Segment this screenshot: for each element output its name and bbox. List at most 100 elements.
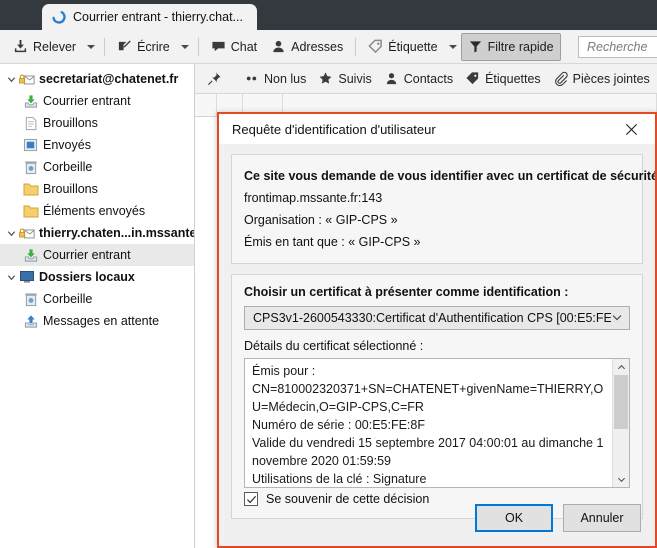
filter-contacts-button[interactable]: Contacts bbox=[378, 68, 459, 90]
tag-button[interactable]: Étiquette bbox=[361, 34, 444, 60]
local-folders-icon bbox=[18, 270, 35, 284]
cancel-button[interactable]: Annuler bbox=[563, 504, 641, 532]
filter-label: Non lus bbox=[264, 71, 307, 86]
folder-name: Corbeille bbox=[43, 292, 93, 306]
filter-attachments-button[interactable]: Pièces jointes bbox=[547, 68, 656, 90]
tab-courrier-entrant[interactable]: Courrier entrant - thierry.chat... bbox=[42, 4, 257, 30]
get-messages-button[interactable]: Relever bbox=[6, 34, 83, 60]
quick-filter-bar: Non lus Suivis Contacts Étiquettes Pièce… bbox=[195, 64, 657, 94]
address-book-button[interactable]: Adresses bbox=[264, 34, 350, 60]
certificate-select[interactable]: CPS3v1-2600543330:Certificat d'Authentif… bbox=[244, 306, 630, 330]
toolbar-divider bbox=[197, 37, 199, 56]
folder-name: Brouillons bbox=[43, 182, 98, 196]
download-inbox-icon bbox=[13, 39, 28, 54]
folder-icon bbox=[22, 204, 39, 218]
dialog-title-bar: Requête d'identification d'utilisateur bbox=[219, 114, 655, 144]
filter-label: Étiquettes bbox=[485, 71, 541, 86]
sidebar-folder-brouillons-local[interactable]: Brouillons bbox=[0, 178, 194, 200]
address-book-label: Adresses bbox=[291, 39, 344, 54]
sidebar-folder-courrier-entrant-selected[interactable]: Courrier entrant bbox=[0, 244, 194, 266]
compose-pencil-icon bbox=[117, 39, 132, 54]
ok-button[interactable]: OK bbox=[475, 504, 553, 532]
speech-bubble-icon bbox=[211, 39, 226, 54]
trash-icon bbox=[22, 160, 39, 175]
chevron-down-icon[interactable] bbox=[4, 229, 18, 238]
tab-strip: Courrier entrant - thierry.chat... bbox=[0, 0, 657, 30]
info-organisation: Organisation : « GIP-CPS » bbox=[244, 213, 398, 227]
filter-unread-button[interactable]: Non lus bbox=[238, 68, 312, 90]
sidebar-account-secretariat[interactable]: secretariat@chatenet.fr bbox=[0, 68, 194, 90]
user-identification-dialog: Requête d'identification d'utilisateur C… bbox=[217, 112, 657, 548]
details-line: Valide du vendredi 15 septembre 2017 04:… bbox=[252, 436, 604, 468]
details-line: CN=810002320371+SN=CHATENET+givenName=TH… bbox=[252, 382, 604, 414]
close-icon[interactable] bbox=[611, 115, 651, 143]
search-input[interactable]: Recherche bbox=[578, 36, 657, 58]
chevron-down-icon bbox=[611, 311, 623, 326]
tag-dropdown[interactable] bbox=[445, 34, 461, 60]
search-placeholder: Recherche bbox=[587, 40, 648, 54]
folder-name: Corbeille bbox=[43, 160, 93, 174]
paperclip-icon bbox=[553, 71, 568, 87]
chevron-down-icon[interactable] bbox=[4, 273, 18, 282]
folder-name: Éléments envoyés bbox=[43, 204, 146, 218]
sidebar-account-dossiers-locaux[interactable]: Dossiers locaux bbox=[0, 266, 194, 288]
folder-name: Courrier entrant bbox=[43, 248, 131, 262]
folder-name: Brouillons bbox=[43, 116, 98, 130]
chevron-down-icon[interactable] bbox=[4, 75, 18, 84]
account-name: secretariat@chatenet.fr bbox=[39, 72, 179, 86]
filter-label: Pièces jointes bbox=[572, 71, 650, 86]
folder-name: Messages en attente bbox=[43, 314, 160, 328]
chat-button[interactable]: Chat bbox=[204, 34, 264, 60]
write-label: Écrire bbox=[137, 39, 170, 54]
details-line: Numéro de série : 00:E5:FE:8F bbox=[252, 418, 425, 432]
filter-starred-button[interactable]: Suivis bbox=[312, 68, 377, 90]
certificate-details-box[interactable]: Émis pour : CN=810002320371+SN=CHATENET+… bbox=[244, 358, 630, 488]
sidebar-folder-courrier-entrant[interactable]: Courrier entrant bbox=[0, 90, 194, 112]
folder-pane: secretariat@chatenet.fr Courrier entrant bbox=[0, 64, 195, 548]
sidebar-account-thierry[interactable]: thierry.chaten...in.mssante.fr bbox=[0, 222, 194, 244]
details-scrollbar[interactable] bbox=[612, 359, 629, 487]
get-messages-label: Relever bbox=[33, 39, 77, 54]
write-button[interactable]: Écrire bbox=[110, 34, 177, 60]
person-card-icon bbox=[271, 39, 286, 54]
filter-tags-button[interactable]: Étiquettes bbox=[459, 68, 547, 90]
sidebar-folder-corbeille-local[interactable]: Corbeille bbox=[0, 288, 194, 310]
loading-spinner-icon bbox=[52, 10, 66, 24]
get-messages-dropdown[interactable] bbox=[83, 34, 99, 60]
star-icon bbox=[318, 71, 333, 86]
chevron-down-icon[interactable] bbox=[613, 471, 629, 487]
quick-filter-button[interactable]: Filtre rapide bbox=[460, 32, 561, 61]
chevron-up-icon[interactable] bbox=[613, 359, 629, 375]
sidebar-folder-messages-en-attente[interactable]: Messages en attente bbox=[0, 310, 194, 332]
account-name: Dossiers locaux bbox=[39, 270, 135, 284]
remember-decision-checkbox[interactable] bbox=[244, 492, 258, 506]
sidebar-folder-envoyes[interactable]: Envoyés bbox=[0, 134, 194, 156]
scrollbar-thumb[interactable] bbox=[614, 375, 628, 429]
details-line: Utilisations de la clé : Signature bbox=[252, 472, 427, 486]
tag-label: Étiquette bbox=[388, 39, 438, 54]
column-thread[interactable] bbox=[195, 94, 217, 116]
chat-label: Chat bbox=[230, 39, 258, 54]
sidebar-folder-elements-envoyes[interactable]: Éléments envoyés bbox=[0, 200, 194, 222]
info-heading: Ce site vous demande de vous identifier … bbox=[244, 169, 657, 183]
folder-name: Envoyés bbox=[43, 138, 91, 152]
sidebar-folder-brouillons[interactable]: Brouillons bbox=[0, 112, 194, 134]
pin-filter-button[interactable] bbox=[201, 68, 228, 90]
filter-label: Contacts bbox=[403, 71, 454, 86]
info-host: frontimap.mssante.fr:143 bbox=[244, 191, 383, 205]
contact-icon bbox=[384, 71, 399, 86]
secure-mail-account-icon bbox=[18, 227, 35, 240]
dialog-title: Requête d'identification d'utilisateur bbox=[232, 121, 436, 137]
inbox-icon bbox=[22, 94, 39, 109]
chevron-down-icon bbox=[448, 44, 457, 49]
folder-icon bbox=[22, 182, 39, 196]
details-line: Émis pour : bbox=[252, 364, 316, 378]
chevron-down-icon bbox=[87, 44, 96, 49]
sent-icon bbox=[22, 138, 39, 152]
write-dropdown[interactable] bbox=[177, 34, 193, 60]
account-name: thierry.chaten...in.mssante.fr bbox=[39, 226, 195, 240]
sidebar-folder-corbeille[interactable]: Corbeille bbox=[0, 156, 194, 178]
quick-filter-label: Filtre rapide bbox=[487, 39, 554, 54]
certificate-chooser-group: Choisir un certificat à présenter comme … bbox=[231, 274, 643, 519]
dialog-body: Ce site vous demande de vous identifier … bbox=[219, 144, 655, 519]
